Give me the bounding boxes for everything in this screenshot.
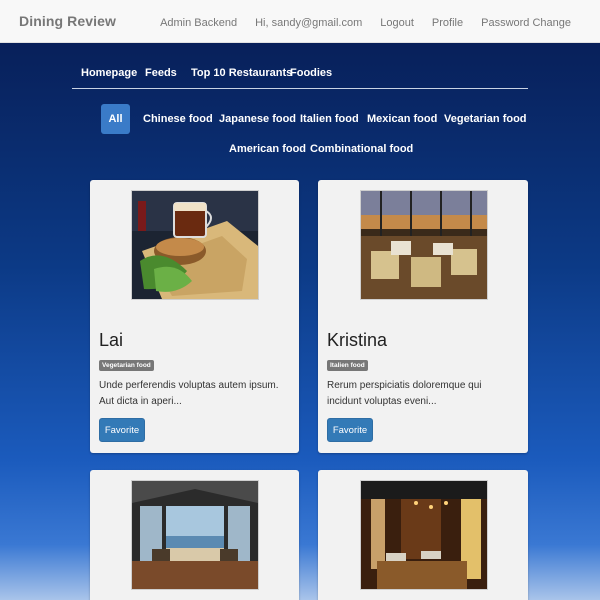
top-links: Admin Backend Hi, sandy@gmail.com Logout…: [160, 17, 571, 29]
favorite-button[interactable]: Favorite: [99, 418, 145, 442]
password-change-link[interactable]: Password Change: [481, 17, 571, 29]
user-greeting-link[interactable]: Hi, sandy@gmail.com: [255, 17, 362, 29]
profile-link[interactable]: Profile: [432, 17, 463, 29]
nav-foodies[interactable]: Foodies: [290, 67, 332, 79]
favorite-button[interactable]: Favorite: [327, 418, 373, 442]
category-american[interactable]: American food: [229, 143, 306, 155]
category-chinese[interactable]: Chinese food: [143, 113, 213, 125]
card-description: Rerum perspiciatis doloremque qui incidu…: [327, 380, 482, 407]
restaurant-photo[interactable]: [131, 190, 259, 300]
restaurant-photo[interactable]: [131, 480, 259, 590]
top-navbar: Dining Review Admin Backend Hi, sandy@gm…: [0, 0, 600, 43]
restaurant-photo[interactable]: [360, 190, 488, 300]
nav-top10[interactable]: Top 10 Restaurants: [191, 67, 292, 79]
restaurant-card: Kristina Italien food Rerum perspiciatis…: [318, 180, 528, 453]
main-hero: Homepage Feeds Top 10 Restaurants Foodie…: [0, 43, 600, 600]
restaurant-card: Lai Vegetarian food Unde perferendis vol…: [90, 180, 299, 453]
logout-link[interactable]: Logout: [380, 17, 414, 29]
category-italien[interactable]: Italien food: [300, 113, 359, 125]
card-title[interactable]: Lai: [99, 330, 123, 351]
category-vegetarian[interactable]: Vegetarian food: [444, 113, 527, 125]
card-description: Unde perferendis voluptas autem ipsum. A…: [99, 380, 279, 407]
brand-link[interactable]: Dining Review: [19, 13, 116, 29]
category-mexican[interactable]: Mexican food: [367, 113, 437, 125]
admin-backend-link[interactable]: Admin Backend: [160, 17, 237, 29]
nav-feeds[interactable]: Feeds: [145, 67, 177, 79]
category-badge: Italien food: [327, 360, 368, 371]
main-nav: Homepage Feeds Top 10 Restaurants Foodie…: [72, 43, 528, 89]
category-combinational[interactable]: Combinational food: [310, 143, 413, 155]
restaurant-photo[interactable]: [360, 480, 488, 590]
restaurant-card: [90, 470, 299, 600]
category-all[interactable]: All: [101, 104, 130, 134]
restaurant-card: [318, 470, 528, 600]
card-title[interactable]: Kristina: [327, 330, 387, 351]
nav-homepage[interactable]: Homepage: [81, 67, 137, 79]
category-badge: Vegetarian food: [99, 360, 154, 371]
category-japanese[interactable]: Japanese food: [219, 113, 296, 125]
